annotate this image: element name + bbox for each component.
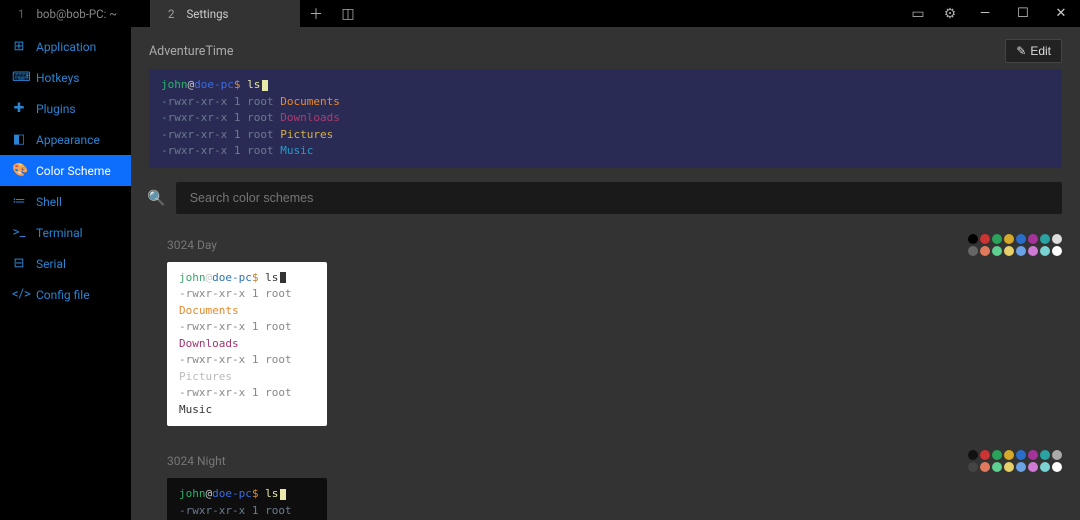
current-scheme-section: AdventureTime ✎ Edit john@doe-pc$ ls-rwx… [131, 27, 1080, 176]
current-scheme-preview: john@doe-pc$ ls-rwxr-xr-x 1 root Documen… [149, 69, 1062, 168]
window-close-button[interactable]: ✕ [1042, 0, 1080, 27]
sidebar-item-serial[interactable]: ⊟ Serial [0, 248, 131, 279]
window-icon: ⊞ [12, 39, 26, 54]
scheme-swatches [968, 234, 1062, 256]
scheme-preview: john@doe-pc$ ls-rwxr-xr-x 1 root Documen… [167, 478, 327, 520]
puzzle-icon: ✚ [12, 101, 26, 116]
edit-label: Edit [1030, 44, 1051, 58]
color-swatch [1028, 450, 1038, 460]
appearance-icon: ◧ [12, 132, 26, 147]
color-swatch [1004, 462, 1014, 472]
tab-label: bob@bob-PC: ~ [36, 7, 117, 21]
new-tab-button[interactable]: ＋ [300, 0, 332, 27]
color-swatch [1052, 450, 1062, 460]
color-swatch [1028, 246, 1038, 256]
sidebar-item-label: Hotkeys [36, 71, 79, 85]
color-swatch [980, 462, 990, 472]
color-swatch [1004, 246, 1014, 256]
sidebar-item-label: Config file [36, 288, 90, 302]
scheme-name: 3024 Day [167, 238, 217, 252]
tab-settings[interactable]: 2 Settings [150, 0, 300, 27]
scheme-swatches [968, 450, 1062, 472]
tab-index: 2 [168, 7, 174, 21]
color-swatch [1004, 234, 1014, 244]
color-swatch [1040, 234, 1050, 244]
sidebar-item-label: Color Scheme [36, 164, 111, 178]
sidebar-item-label: Appearance [36, 133, 100, 147]
color-swatch [1016, 246, 1026, 256]
color-swatch [1040, 450, 1050, 460]
serial-icon: ⊟ [12, 256, 26, 271]
settings-sidebar: ⊞ Application ⌨ Hotkeys ✚ Plugins ◧ Appearan… [0, 27, 131, 520]
title-bar: 1 bob@bob-PC: ~ 2 Settings ＋ ◫ ▭ ⚙ — ☐ ✕ [0, 0, 1080, 27]
search-icon: 🔍 [147, 189, 166, 207]
color-swatch [980, 450, 990, 460]
sidebar-item-label: Application [36, 40, 96, 54]
tray-icon[interactable]: ▭ [902, 0, 934, 27]
color-swatch [1016, 462, 1026, 472]
scheme-name: 3024 Night [167, 454, 226, 468]
color-scheme-list: 3024 Day john@doe-pc$ ls-rwxr-xr-x 1 root… [131, 224, 1080, 520]
scheme-item[interactable]: 3024 Night john@doe-pc$ ls-rwxr-xr-x 1 ro… [131, 440, 1080, 520]
palette-icon: 🎨 [12, 163, 26, 178]
sidebar-item-plugins[interactable]: ✚ Plugins [0, 93, 131, 124]
settings-gear-icon[interactable]: ⚙ [934, 0, 966, 27]
scheme-search-input[interactable] [176, 182, 1062, 214]
window-minimize-button[interactable]: — [966, 0, 1004, 27]
sidebar-item-label: Terminal [36, 226, 83, 240]
settings-content[interactable]: AdventureTime ✎ Edit john@doe-pc$ ls-rwx… [131, 27, 1080, 520]
color-swatch [1028, 234, 1038, 244]
color-swatch [992, 234, 1002, 244]
color-swatch [1028, 462, 1038, 472]
edit-scheme-button[interactable]: ✎ Edit [1005, 39, 1062, 63]
sidebar-item-shell[interactable]: ≔ Shell [0, 186, 131, 217]
window-maximize-button[interactable]: ☐ [1004, 0, 1042, 27]
color-swatch [1052, 234, 1062, 244]
code-icon: </> [12, 287, 26, 302]
color-swatch [992, 246, 1002, 256]
tab-terminal[interactable]: 1 bob@bob-PC: ~ [0, 0, 150, 27]
tab-label: Settings [186, 7, 228, 21]
color-swatch [968, 234, 978, 244]
color-swatch [980, 234, 990, 244]
color-swatch [1052, 246, 1062, 256]
sidebar-item-terminal[interactable]: >_ Terminal [0, 217, 131, 248]
color-swatch [1040, 462, 1050, 472]
split-pane-button[interactable]: ◫ [332, 0, 364, 27]
terminal-icon: >_ [12, 225, 26, 240]
scheme-preview: john@doe-pc$ ls-rwxr-xr-x 1 root Documen… [167, 262, 327, 427]
color-swatch [980, 246, 990, 256]
color-swatch [1016, 234, 1026, 244]
search-row: 🔍 [131, 176, 1080, 224]
sidebar-item-hotkeys[interactable]: ⌨ Hotkeys [0, 62, 131, 93]
color-swatch [968, 246, 978, 256]
sidebar-item-color-scheme[interactable]: 🎨 Color Scheme [0, 155, 131, 186]
color-swatch [968, 450, 978, 460]
keyboard-icon: ⌨ [12, 70, 26, 85]
sidebar-item-label: Serial [36, 257, 66, 271]
color-swatch [1016, 450, 1026, 460]
sidebar-item-label: Shell [36, 195, 62, 209]
scheme-item[interactable]: 3024 Day john@doe-pc$ ls-rwxr-xr-x 1 root… [131, 224, 1080, 441]
sidebar-item-appearance[interactable]: ◧ Appearance [0, 124, 131, 155]
color-swatch [992, 462, 1002, 472]
color-swatch [992, 450, 1002, 460]
list-icon: ≔ [12, 194, 26, 209]
color-swatch [1052, 462, 1062, 472]
current-scheme-title: AdventureTime [149, 44, 234, 59]
color-swatch [1040, 246, 1050, 256]
color-swatch [1004, 450, 1014, 460]
tab-index: 1 [18, 7, 24, 21]
sidebar-item-label: Plugins [36, 102, 76, 116]
sidebar-item-config-file[interactable]: </> Config file [0, 279, 131, 310]
sidebar-item-application[interactable]: ⊞ Application [0, 31, 131, 62]
pencil-icon: ✎ [1016, 44, 1026, 58]
color-swatch [968, 462, 978, 472]
